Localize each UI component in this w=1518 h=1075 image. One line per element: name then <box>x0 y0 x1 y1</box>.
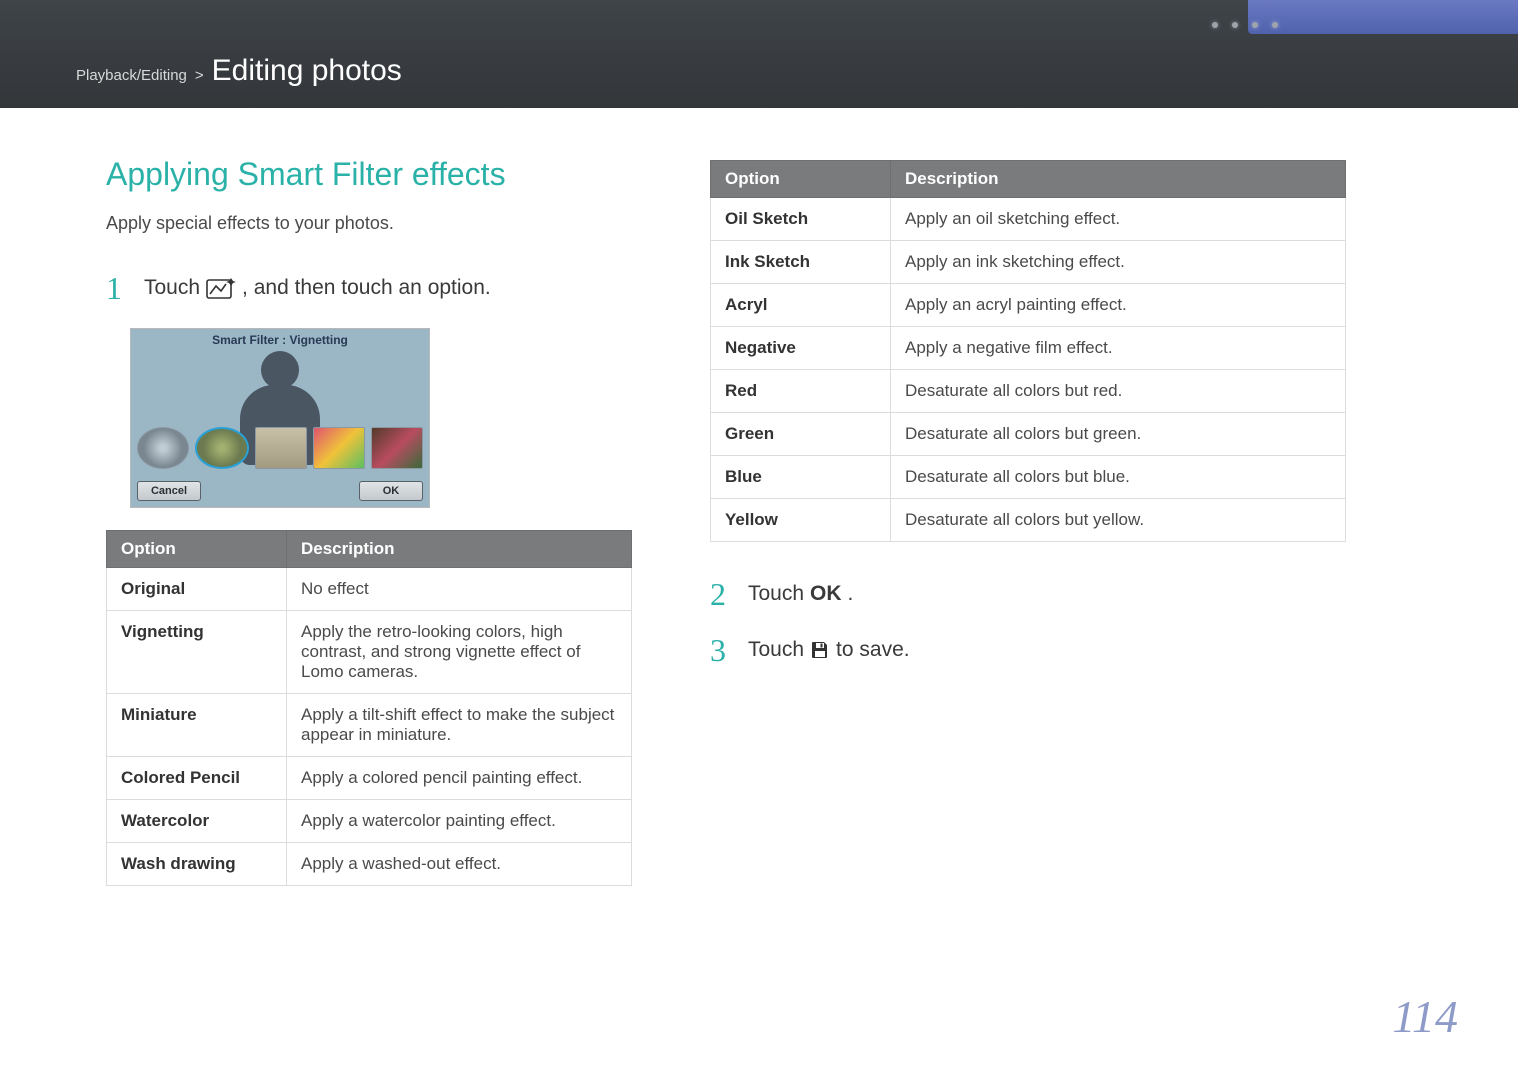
step-2-text-c: . <box>848 580 854 608</box>
option-desc: Apply an oil sketching effect. <box>891 198 1346 241</box>
ok-button[interactable]: OK <box>359 481 423 501</box>
option-name: Ink Sketch <box>711 241 891 284</box>
table-row: Blue Desaturate all colors but blue. <box>711 456 1346 499</box>
option-name: Negative <box>711 327 891 370</box>
option-name: Red <box>711 370 891 413</box>
option-desc: Apply an acryl painting effect. <box>891 284 1346 327</box>
table-row: Green Desaturate all colors but green. <box>711 413 1346 456</box>
option-desc: No effect <box>287 568 632 611</box>
option-desc: Apply a colored pencil painting effect. <box>287 757 632 800</box>
table-row: Vignetting Apply the retro-looking color… <box>107 611 632 694</box>
option-desc: Desaturate all colors but yellow. <box>891 499 1346 542</box>
breadcrumb-section: Editing photos <box>212 56 402 86</box>
step-2: 2 Touch OK. <box>710 578 1350 610</box>
step-3: 3 Touch to save. <box>710 634 1350 666</box>
table-header-description: Description <box>287 531 632 568</box>
table-row: Oil Sketch Apply an oil sketching effect… <box>711 198 1346 241</box>
option-desc: Desaturate all colors but blue. <box>891 456 1346 499</box>
right-column: Option Description Oil Sketch Apply an o… <box>710 156 1350 886</box>
step-number: 2 <box>710 578 726 610</box>
filter-thumb <box>255 427 307 469</box>
option-name: Acryl <box>711 284 891 327</box>
filter-thumb <box>313 427 365 469</box>
table-header-option: Option <box>711 161 891 198</box>
option-name: Miniature <box>107 694 287 757</box>
table-row: Acryl Apply an acryl painting effect. <box>711 284 1346 327</box>
smart-filter-icon <box>206 277 236 299</box>
content-area: Applying Smart Filter effects Apply spec… <box>0 108 1518 886</box>
step-1: 1 Touch , and then touch an option. <box>106 272 636 304</box>
section-lead: Apply special effects to your photos. <box>106 213 636 234</box>
option-name: Wash drawing <box>107 843 287 886</box>
section-heading: Applying Smart Filter effects <box>106 156 636 193</box>
option-desc: Apply a tilt-shift effect to make the su… <box>287 694 632 757</box>
breadcrumb-sep: > <box>195 68 204 83</box>
breadcrumb: Playback/Editing > Editing photos <box>76 56 402 86</box>
table-header-option: Option <box>107 531 287 568</box>
filter-thumb-selected <box>195 427 249 469</box>
option-name: Watercolor <box>107 800 287 843</box>
step-number: 3 <box>710 634 726 666</box>
save-icon <box>810 640 830 660</box>
filter-thumb <box>137 427 189 469</box>
option-desc: Apply a washed-out effect. <box>287 843 632 886</box>
option-name: Yellow <box>711 499 891 542</box>
options-table-right: Option Description Oil Sketch Apply an o… <box>710 160 1346 542</box>
option-desc: Apply a watercolor painting effect. <box>287 800 632 843</box>
option-name: Blue <box>711 456 891 499</box>
breadcrumb-category: Playback/Editing <box>76 68 187 83</box>
table-row: Negative Apply a negative film effect. <box>711 327 1346 370</box>
option-desc: Desaturate all colors but red. <box>891 370 1346 413</box>
option-desc: Apply the retro-looking colors, high con… <box>287 611 632 694</box>
table-row: Ink Sketch Apply an ink sketching effect… <box>711 241 1346 284</box>
option-desc: Apply an ink sketching effect. <box>891 241 1346 284</box>
step-3-text-a: Touch <box>748 636 804 664</box>
filter-thumb <box>371 427 423 469</box>
option-desc: Desaturate all colors but green. <box>891 413 1346 456</box>
camera-preview-title: Smart Filter : Vignetting <box>131 333 429 347</box>
table-row: Watercolor Apply a watercolor painting e… <box>107 800 632 843</box>
option-name: Original <box>107 568 287 611</box>
header-bar: Playback/Editing > Editing photos <box>0 0 1518 108</box>
table-row: Colored Pencil Apply a colored pencil pa… <box>107 757 632 800</box>
silhouette-icon <box>220 351 340 491</box>
table-row: Red Desaturate all colors but red. <box>711 370 1346 413</box>
options-table-left: Option Description Original No effect Vi… <box>106 530 632 886</box>
camera-preview: Smart Filter : Vignetting Cancel OK <box>130 328 430 508</box>
option-name: Green <box>711 413 891 456</box>
step-2-ok-label: OK <box>810 580 842 608</box>
table-row: Yellow Desaturate all colors but yellow. <box>711 499 1346 542</box>
step-1-text-a: Touch <box>144 274 200 302</box>
option-desc: Apply a negative film effect. <box>891 327 1346 370</box>
step-number: 1 <box>106 272 122 304</box>
table-row: Original No effect <box>107 568 632 611</box>
cancel-button[interactable]: Cancel <box>137 481 201 501</box>
option-name: Vignetting <box>107 611 287 694</box>
option-name: Colored Pencil <box>107 757 287 800</box>
step-2-text-a: Touch <box>748 580 804 608</box>
page-number: 114 <box>1392 990 1458 1043</box>
table-row: Wash drawing Apply a washed-out effect. <box>107 843 632 886</box>
top-right-accent <box>1248 0 1518 34</box>
step-3-text-b: to save. <box>836 636 910 664</box>
table-header-description: Description <box>891 161 1346 198</box>
step-1-text-b: , and then touch an option. <box>242 274 491 302</box>
table-row: Miniature Apply a tilt-shift effect to m… <box>107 694 632 757</box>
left-column: Applying Smart Filter effects Apply spec… <box>106 156 636 886</box>
decorative-dots <box>1212 22 1278 28</box>
filter-thumb-row <box>137 427 423 469</box>
option-name: Oil Sketch <box>711 198 891 241</box>
